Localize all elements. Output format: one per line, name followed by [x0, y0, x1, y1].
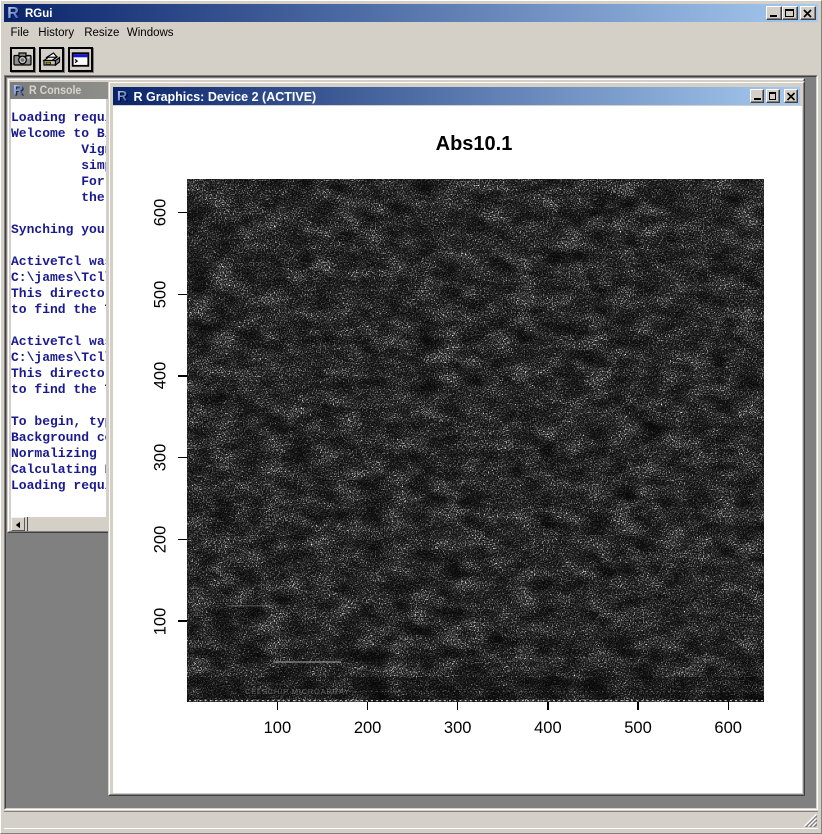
- svg-text:R: R: [13, 83, 23, 98]
- svg-text:R: R: [117, 89, 127, 104]
- svg-text:R: R: [7, 5, 19, 22]
